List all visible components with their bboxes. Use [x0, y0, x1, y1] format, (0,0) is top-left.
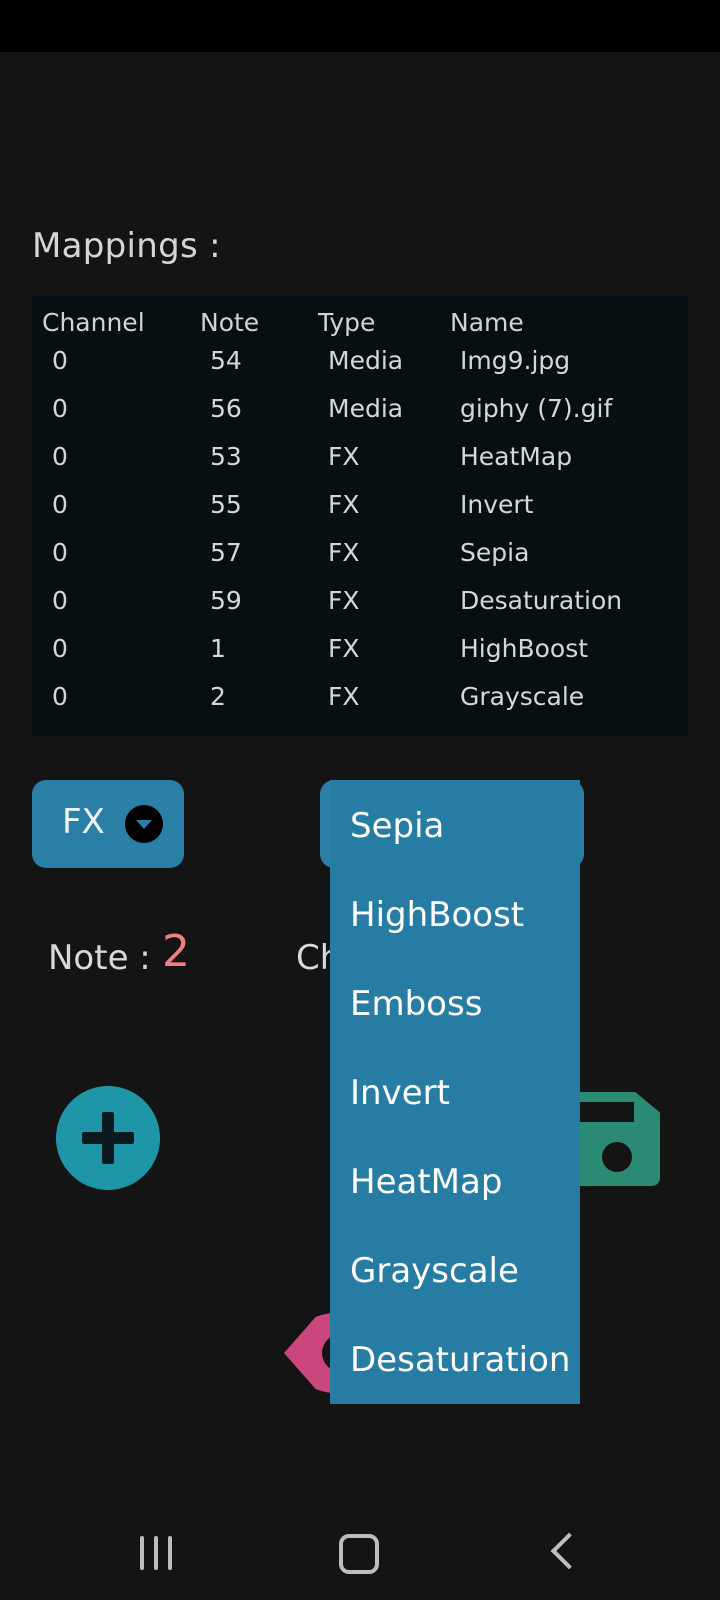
cell-note: 2 [210, 682, 226, 711]
cell-note: 54 [210, 346, 242, 375]
mappings-title: Mappings : [32, 226, 221, 266]
cell-note: 56 [210, 394, 242, 423]
dropdown-item-emboss[interactable]: Emboss [350, 960, 482, 1049]
cell-channel: 0 [52, 394, 68, 423]
cell-type: FX [328, 442, 360, 471]
cell-channel: 0 [52, 442, 68, 471]
effect-dropdown-menu: Sepia HighBoost Emboss Invert HeatMap Gr… [330, 780, 580, 1404]
note-label: Note : [48, 938, 151, 978]
type-select-value: FX [62, 802, 105, 842]
cell-name: HeatMap [460, 442, 573, 471]
cell-type: FX [328, 490, 360, 519]
status-bar [0, 0, 720, 52]
cell-note: 57 [210, 538, 242, 567]
note-value: 2 [162, 926, 190, 977]
mappings-table: Channel Note Type Name 0 54 Media Img9.j… [32, 296, 688, 736]
cell-note: 1 [210, 634, 226, 663]
cell-channel: 0 [52, 538, 68, 567]
cell-channel: 0 [52, 490, 68, 519]
cell-channel: 0 [52, 586, 68, 615]
cell-note: 55 [210, 490, 242, 519]
back-icon[interactable] [550, 1532, 588, 1570]
cell-name: Sepia [460, 538, 530, 567]
cell-type: FX [328, 586, 360, 615]
cell-type: FX [328, 634, 360, 663]
dropdown-item-heatmap[interactable]: HeatMap [350, 1138, 502, 1227]
dropdown-item-grayscale[interactable]: Grayscale [350, 1227, 519, 1316]
cell-channel: 0 [52, 346, 68, 375]
recents-icon[interactable] [140, 1536, 172, 1570]
cell-note: 59 [210, 586, 242, 615]
type-select[interactable]: FX [32, 780, 184, 868]
add-mapping-button[interactable] [56, 1086, 160, 1190]
cell-type: Media [328, 346, 404, 375]
cell-name: Desaturation [460, 586, 623, 615]
dropdown-item-highboost[interactable]: HighBoost [350, 871, 524, 960]
system-nav-bar [0, 1500, 720, 1600]
dropdown-item-sepia[interactable]: Sepia [350, 782, 444, 871]
dropdown-item-invert[interactable]: Invert [350, 1049, 450, 1138]
column-header-name: Name [450, 308, 524, 337]
cell-channel: 0 [52, 634, 68, 663]
cell-name: Grayscale [460, 682, 585, 711]
cell-type: FX [328, 538, 360, 567]
column-header-note: Note [200, 308, 260, 337]
cell-name: Img9.jpg [460, 346, 571, 375]
home-icon[interactable] [339, 1534, 379, 1574]
column-header-channel: Channel [42, 308, 145, 337]
save-icon [602, 1142, 632, 1172]
cell-type: FX [328, 682, 360, 711]
cell-note: 53 [210, 442, 242, 471]
cell-name: HighBoost [460, 634, 589, 663]
chevron-down-circle-icon [125, 805, 163, 843]
dropdown-item-desaturation[interactable]: Desaturation [350, 1316, 570, 1405]
column-header-type: Type [318, 308, 376, 337]
cell-channel: 0 [52, 682, 68, 711]
cell-type: Media [328, 394, 404, 423]
cell-name: giphy (7).gif [460, 394, 613, 423]
cell-name: Invert [460, 490, 534, 519]
